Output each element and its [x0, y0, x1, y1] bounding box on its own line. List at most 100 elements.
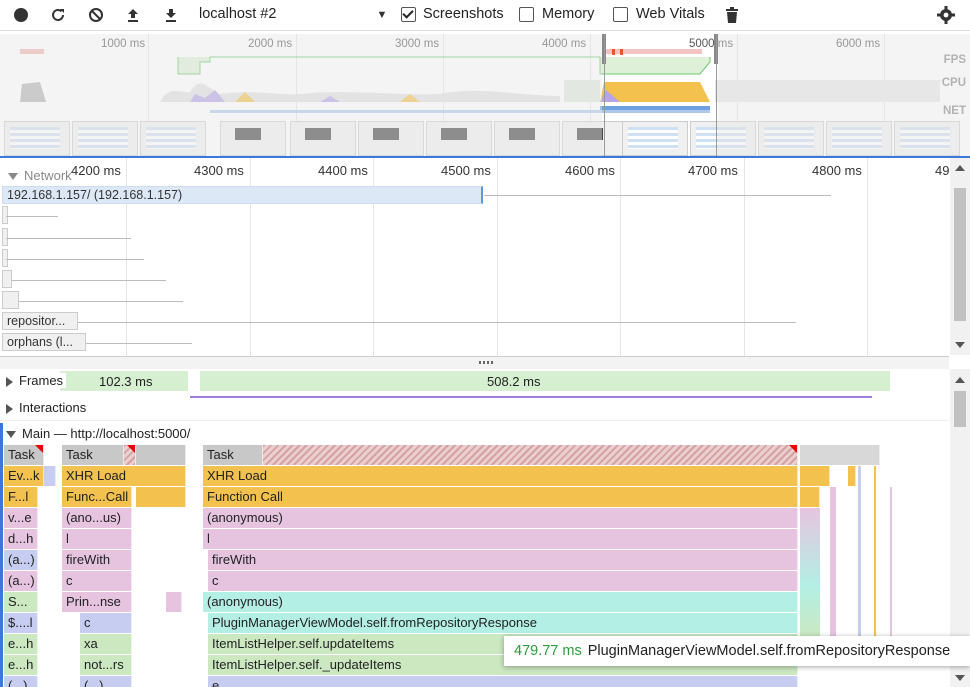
pane-splitter[interactable]	[0, 356, 949, 370]
frame-block[interactable]	[828, 371, 890, 391]
scroll-thumb[interactable]	[954, 188, 966, 321]
flame-function[interactable]: fireWith	[62, 550, 132, 570]
flame-event[interactable]	[44, 466, 56, 486]
interactions-header[interactable]: Interactions	[6, 400, 86, 415]
timeline-overview[interactable]: 1000 ms 2000 ms 3000 ms 4000 ms 5000 ms …	[0, 34, 970, 156]
flame-function[interactable]: PluginManagerViewModel.self.fromReposito…	[208, 613, 798, 633]
interactions-title: Interactions	[19, 400, 87, 415]
main-thread-header[interactable]: Main — http://localhost:5000/	[6, 426, 190, 441]
clear-icon[interactable]	[86, 5, 106, 25]
frames-header[interactable]: Frames	[6, 373, 67, 388]
network-request-bar[interactable]	[2, 228, 8, 246]
flame-tail-slice[interactable]	[858, 466, 861, 646]
target-select[interactable]: localhost #2	[199, 6, 276, 22]
flame-function[interactable]	[166, 592, 182, 612]
main-thread-title: Main — http://localhost:5000/	[22, 426, 191, 441]
flame-task[interactable]: Task	[62, 445, 124, 465]
network-request-whisker	[6, 216, 58, 217]
flame-xhr-load[interactable]: XHR Load	[62, 466, 186, 486]
network-request-bar[interactable]	[2, 206, 8, 224]
download-icon[interactable]	[161, 5, 181, 25]
screenshots-label[interactable]: Screenshots	[423, 6, 504, 22]
flame-function[interactable]: (a...)	[4, 571, 38, 591]
flame-function[interactable]: l	[62, 529, 132, 549]
expand-triangle-icon[interactable]	[6, 376, 13, 387]
scroll-up-icon[interactable]	[955, 377, 965, 383]
flame-function[interactable]: fireWith	[208, 550, 798, 570]
network-header[interactable]: Network	[8, 168, 72, 183]
flame-tail-slice[interactable]	[874, 466, 876, 646]
flame-tail-slices[interactable]	[800, 508, 820, 638]
flame-function[interactable]: l	[203, 529, 798, 549]
flame-function[interactable]: d...h	[4, 529, 38, 549]
record-icon[interactable]	[11, 5, 31, 25]
flame-function-call[interactable]	[136, 487, 186, 507]
flame-tail-slice[interactable]	[890, 487, 892, 647]
network-request-bar[interactable]: repositor...	[2, 312, 78, 330]
collapse-triangle-icon[interactable]	[6, 431, 16, 439]
flame-function[interactable]: c	[208, 571, 798, 591]
flame-function[interactable]: Prin...nse	[62, 592, 132, 612]
network-request-bar[interactable]	[2, 249, 8, 267]
scroll-thumb[interactable]	[954, 391, 966, 427]
flame-event[interactable]	[848, 466, 856, 486]
flame-function-call[interactable]	[800, 487, 820, 507]
network-scrollbar[interactable]	[950, 158, 970, 355]
flame-function-call[interactable]: Func...Call	[62, 487, 132, 507]
flame-function[interactable]: (a...)	[4, 550, 38, 570]
flame-function[interactable]: e...h	[4, 634, 38, 654]
flame-function-call[interactable]: F...l	[4, 487, 38, 507]
network-request-bar[interactable]: orphans (l...	[2, 333, 86, 351]
flame-function[interactable]: e...h	[4, 655, 38, 675]
splitter-grip-icon[interactable]	[479, 361, 493, 364]
upload-icon[interactable]	[123, 5, 143, 25]
network-request-bar[interactable]	[2, 291, 19, 309]
flame-tail-slice[interactable]	[830, 487, 836, 637]
flame-function[interactable]: S...	[4, 592, 38, 612]
flame-function[interactable]: not...rs	[80, 655, 132, 675]
flame-task[interactable]: Task	[4, 445, 44, 465]
flame-function[interactable]: (anonymous)	[203, 508, 798, 528]
flame-function[interactable]: (...)	[4, 676, 38, 687]
dropdown-arrow-icon[interactable]: ▼	[372, 5, 392, 25]
flame-function-call[interactable]: Function Call	[203, 487, 798, 507]
network-request-whisker	[6, 238, 131, 239]
scroll-up-icon[interactable]	[955, 165, 965, 171]
scroll-down-icon[interactable]	[955, 342, 965, 348]
ruler-label: 4800 ms	[812, 163, 862, 178]
trash-icon[interactable]	[722, 5, 742, 25]
flame-function[interactable]: (ano...us)	[62, 508, 132, 528]
network-request-bar[interactable]	[2, 270, 12, 288]
screenshots-checkbox[interactable]	[401, 7, 416, 22]
flame-function[interactable]: c	[80, 613, 132, 633]
flame-task-tail[interactable]	[800, 445, 880, 465]
network-request-whisker	[78, 322, 796, 323]
expand-triangle-icon[interactable]	[6, 403, 13, 414]
flame-function[interactable]: xa	[80, 634, 132, 654]
flame-function[interactable]: $....l	[4, 613, 38, 633]
flame-task[interactable]: Task	[203, 445, 263, 465]
flame-event[interactable]: Ev...k	[4, 466, 44, 486]
web-vitals-label[interactable]: Web Vitals	[636, 6, 705, 22]
flame-xhr-load[interactable]: XHR Load	[203, 466, 798, 486]
flame-task-long[interactable]	[124, 445, 136, 465]
settings-gear-icon[interactable]	[936, 5, 956, 25]
flame-function[interactable]: e	[208, 676, 798, 687]
flame-event[interactable]	[800, 466, 830, 486]
flame-task-long[interactable]	[263, 445, 798, 465]
flame-task-tail[interactable]	[136, 445, 186, 465]
grid-line	[497, 158, 498, 358]
scroll-down-icon[interactable]	[955, 675, 965, 681]
flame-function[interactable]: (...)	[80, 676, 132, 687]
flame-function[interactable]: v...e	[4, 508, 38, 528]
web-vitals-checkbox[interactable]	[613, 7, 628, 22]
memory-checkbox[interactable]	[519, 7, 534, 22]
memory-label[interactable]: Memory	[542, 6, 594, 22]
ruler-label: 4600 ms	[565, 163, 615, 178]
reload-record-icon[interactable]	[48, 5, 68, 25]
collapse-triangle-icon[interactable]	[8, 173, 18, 181]
screenshot-thumbnail[interactable]	[622, 121, 688, 156]
network-request-bar[interactable]: 192.168.1.157/ (192.168.1.157)	[2, 186, 483, 204]
flame-function[interactable]: (anonymous)	[203, 592, 798, 612]
flame-function[interactable]: c	[62, 571, 132, 591]
